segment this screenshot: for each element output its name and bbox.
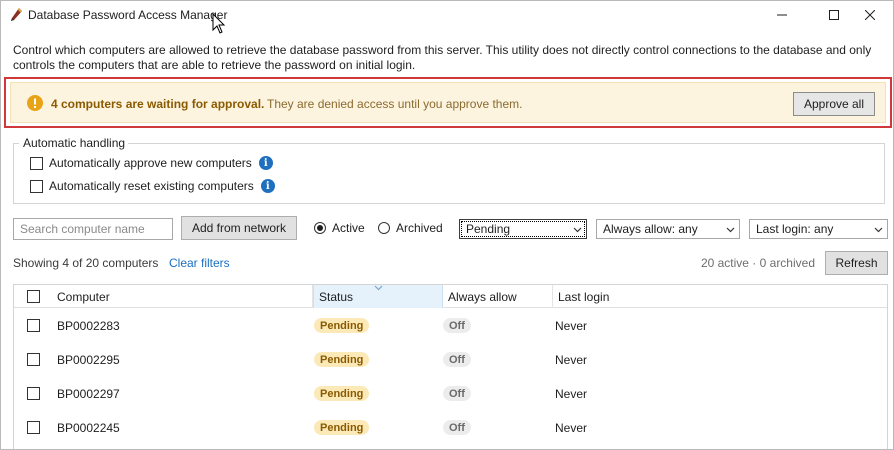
select-all-cell bbox=[14, 285, 52, 308]
radio-active-button[interactable] bbox=[314, 222, 326, 234]
window-title: Database Password Access Manager bbox=[28, 8, 228, 22]
info-icon[interactable]: i bbox=[260, 179, 275, 193]
maximize-icon bbox=[829, 10, 839, 20]
computer-name: BP0002295 bbox=[57, 353, 120, 367]
table-row[interactable]: BP0002283 Pending Off Never bbox=[14, 308, 887, 342]
close-button[interactable] bbox=[847, 1, 893, 29]
banner-message: They are denied access until you approve… bbox=[267, 97, 523, 111]
last-login-filter-select[interactable]: Last login: any bbox=[749, 219, 888, 239]
add-from-network-button[interactable]: Add from network bbox=[181, 216, 297, 240]
last-login-value: Never bbox=[555, 353, 588, 367]
column-computer[interactable]: Computer bbox=[52, 285, 313, 308]
sort-descending-icon bbox=[374, 285, 383, 291]
info-icon[interactable]: i bbox=[258, 156, 273, 170]
chevron-down-icon bbox=[573, 227, 582, 233]
refresh-button[interactable]: Refresh bbox=[825, 251, 888, 275]
radio-active[interactable]: Active bbox=[314, 221, 365, 235]
auto-reset-option[interactable]: Automatically reset existing computers i bbox=[30, 179, 275, 193]
radio-archived[interactable]: Archived bbox=[378, 221, 443, 235]
status-badge: Pending bbox=[314, 386, 370, 401]
always-allow-badge: Off bbox=[443, 386, 471, 401]
computer-name: BP0002283 bbox=[57, 319, 120, 333]
column-always-allow[interactable]: Always allow bbox=[443, 285, 553, 308]
showing-count: Showing 4 of 20 computers bbox=[13, 256, 159, 270]
last-login-value: Never bbox=[555, 319, 588, 333]
column-computer-label: Computer bbox=[57, 289, 110, 304]
auto-approve-checkbox[interactable] bbox=[30, 156, 43, 170]
minimize-button[interactable] bbox=[759, 1, 805, 29]
table-row[interactable]: BP0002297 Pending Off Never bbox=[14, 376, 887, 410]
column-last-login-label: Last login bbox=[558, 289, 610, 304]
radio-archived-button[interactable] bbox=[378, 222, 390, 234]
column-status-label: Status bbox=[319, 289, 354, 304]
auto-approve-option[interactable]: Automatically approve new computers i bbox=[30, 156, 273, 170]
auto-reset-label: Automatically reset existing computers bbox=[49, 179, 254, 193]
app-window: Database Password Access Manager Control… bbox=[0, 0, 894, 450]
pen-icon bbox=[11, 8, 22, 21]
radio-archived-label: Archived bbox=[396, 221, 443, 235]
group-border bbox=[13, 143, 19, 144]
approve-all-button[interactable]: Approve all bbox=[793, 92, 875, 116]
status-filter-value: Pending bbox=[466, 222, 511, 236]
always-allow-badge: Off bbox=[443, 318, 471, 333]
automatic-handling-group bbox=[13, 143, 885, 204]
table-row[interactable]: BP0002245 Pending Off Never bbox=[14, 410, 887, 444]
minimize-icon bbox=[777, 14, 787, 16]
always-allow-filter-select[interactable]: Always allow: any bbox=[596, 219, 740, 239]
status-filter-select[interactable]: Pending bbox=[459, 219, 587, 239]
computer-name: BP0002297 bbox=[57, 387, 120, 401]
group-legend: Automatic handling bbox=[22, 136, 127, 150]
column-status[interactable]: Status bbox=[313, 285, 443, 308]
active-archived-counts: 20 active · 0 archived bbox=[700, 256, 815, 270]
last-login-value: Never bbox=[555, 421, 588, 435]
description-text: Control which computers are allowed to r… bbox=[13, 43, 872, 72]
last-login-filter-value: Last login: any bbox=[756, 222, 834, 236]
warning-icon bbox=[27, 95, 43, 111]
row-checkbox[interactable] bbox=[27, 353, 40, 366]
chevron-down-icon bbox=[874, 227, 883, 233]
auto-reset-checkbox[interactable] bbox=[30, 179, 43, 193]
table-row[interactable]: BP0002295 Pending Off Never bbox=[14, 342, 887, 376]
computers-table: Computer Status Always allow Last login … bbox=[13, 284, 888, 449]
row-checkbox[interactable] bbox=[27, 319, 40, 332]
column-always-allow-label: Always allow bbox=[448, 289, 517, 304]
group-border bbox=[128, 143, 885, 144]
always-allow-badge: Off bbox=[443, 420, 471, 435]
row-checkbox[interactable] bbox=[27, 387, 40, 400]
close-icon bbox=[865, 10, 875, 20]
clear-filters-link[interactable]: Clear filters bbox=[169, 256, 230, 270]
select-all-checkbox[interactable] bbox=[27, 290, 40, 303]
table-header: Computer Status Always allow Last login bbox=[14, 285, 887, 308]
status-badge: Pending bbox=[314, 352, 370, 367]
always-allow-filter-value: Always allow: any bbox=[603, 222, 698, 236]
row-checkbox[interactable] bbox=[27, 421, 40, 434]
radio-active-label: Active bbox=[332, 221, 365, 235]
title-bar: Database Password Access Manager bbox=[1, 1, 893, 34]
status-badge: Pending bbox=[314, 318, 370, 333]
banner-title: 4 computers are waiting for approval. bbox=[51, 97, 265, 111]
auto-approve-label: Automatically approve new computers bbox=[49, 156, 252, 170]
last-login-value: Never bbox=[555, 387, 588, 401]
computer-name: BP0002245 bbox=[57, 421, 120, 435]
search-input[interactable] bbox=[13, 218, 173, 240]
approval-banner: 4 computers are waiting for approval. Th… bbox=[10, 82, 886, 123]
status-badge: Pending bbox=[314, 420, 370, 435]
chevron-down-icon bbox=[726, 227, 735, 233]
mouse-cursor-icon bbox=[212, 13, 226, 34]
always-allow-badge: Off bbox=[443, 352, 471, 367]
column-last-login[interactable]: Last login bbox=[553, 285, 887, 308]
